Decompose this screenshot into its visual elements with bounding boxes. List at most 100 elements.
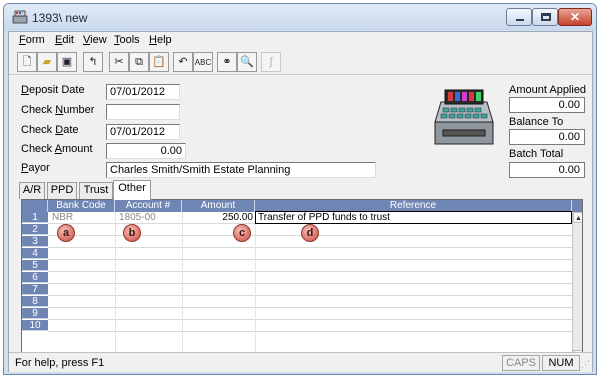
check-number-field[interactable] <box>106 104 180 120</box>
save-button[interactable]: ▣ <box>57 52 77 72</box>
new-document-icon: 🗋 <box>22 56 32 68</box>
cell-bank-code[interactable]: NBR <box>52 212 112 223</box>
row-number[interactable]: 4 <box>22 248 48 259</box>
open-folder-icon: ▰ <box>42 56 52 68</box>
row-number[interactable]: 2 <box>22 224 48 235</box>
copy-icon: ⧉ <box>135 56 143 68</box>
maximize-button[interactable] <box>532 8 558 26</box>
callout-c: c <box>233 224 251 242</box>
go-back-button[interactable]: ↰ <box>83 52 103 72</box>
grid-column-divider <box>115 212 116 360</box>
cell-amount[interactable]: 250.00 <box>184 212 253 223</box>
row-number[interactable]: 7 <box>22 284 48 295</box>
deposit-date-label: Deposit Date <box>21 84 85 96</box>
menu-view[interactable]: View <box>83 34 107 46</box>
tab-ar[interactable]: A/R <box>19 182 45 199</box>
binoculars-icon: ⚭ <box>222 56 232 68</box>
entry-grid: Bank Code Account # Amount Reference 1 2… <box>21 199 583 361</box>
save-disk-icon: ▣ <box>61 56 73 68</box>
callout-d: d <box>301 224 319 242</box>
undo-button[interactable]: ↶ <box>173 52 193 72</box>
status-bar: For help, press F1 CAPS NUM ⋰ <box>9 352 592 372</box>
title-bar: 1393\ new ✕ <box>4 4 596 30</box>
deposit-date-field[interactable]: 07/01/2012 <box>106 84 180 100</box>
amount-applied-value: 0.00 <box>509 97 585 113</box>
batch-total-label: Batch Total <box>509 148 564 160</box>
row-number[interactable]: 8 <box>22 296 48 307</box>
menu-form[interactable]: Form <box>19 34 45 46</box>
spell-check-icon: ABC <box>194 58 212 67</box>
check-amount-label: Check Amount <box>21 143 93 155</box>
num-indicator: NUM <box>542 355 580 371</box>
grid-corner <box>22 200 48 212</box>
paste-button[interactable]: 📋 <box>149 52 169 72</box>
resize-grip-icon[interactable]: ⋰ <box>581 359 590 370</box>
grid-column-divider <box>182 212 183 360</box>
tab-other[interactable]: Other <box>113 180 151 200</box>
grid-column-divider <box>255 212 256 360</box>
tab-ppd[interactable]: PPD <box>47 182 77 199</box>
disabled-tool-button[interactable]: ∫ <box>261 52 281 72</box>
minimize-icon <box>516 19 524 21</box>
row-number[interactable]: 9 <box>22 308 48 319</box>
payor-label: Payor <box>21 162 50 174</box>
copy-button[interactable]: ⧉ <box>129 52 149 72</box>
grid-line <box>48 295 572 296</box>
cell-account[interactable]: 1805-00 <box>119 212 179 223</box>
grid-line <box>48 271 572 272</box>
scroll-up-icon[interactable]: ▲ <box>573 212 582 223</box>
grid-line <box>48 247 572 248</box>
menu-help[interactable]: Help <box>149 34 172 46</box>
spell-check-button[interactable]: ABC <box>193 52 213 72</box>
menu-edit[interactable]: Edit <box>55 34 74 46</box>
callout-b: b <box>123 224 141 242</box>
cash-register-icon <box>434 89 494 145</box>
cut-button[interactable]: ✂ <box>109 52 129 72</box>
check-date-label: Check Date <box>21 124 79 136</box>
check-amount-field[interactable]: 0.00 <box>106 143 186 159</box>
row-number[interactable]: 3 <box>22 236 48 247</box>
row-number[interactable]: 1 <box>22 212 48 223</box>
grid-line <box>48 319 572 320</box>
toolbar: 🗋 ▰ ▣ ↰ ✂ ⧉ 📋 ↶ ABC ⚭ 🔍 ∫ <box>9 49 592 75</box>
paste-icon: 📋 <box>152 56 166 68</box>
status-help-text: For help, press F1 <box>15 357 105 369</box>
menu-tools[interactable]: Tools <box>114 34 140 46</box>
scissors-icon: ✂ <box>114 56 124 68</box>
row-number[interactable]: 6 <box>22 272 48 283</box>
row-number[interactable]: 5 <box>22 260 48 271</box>
row-number[interactable]: 10 <box>22 320 48 331</box>
balance-to-apply-value: 0.00 <box>509 129 585 145</box>
window-title: 1393\ new <box>32 11 88 25</box>
payor-field[interactable]: Charles Smith/Smith Estate Planning <box>106 162 376 178</box>
col-account[interactable]: Account # <box>115 200 182 212</box>
grid-line <box>48 307 572 308</box>
open-folder-button[interactable]: ▰ <box>37 52 57 72</box>
menu-bar: Form Edit View Tools Help <box>9 32 592 48</box>
return-icon: ↰ <box>88 56 98 68</box>
search-button[interactable]: 🔍 <box>237 52 257 72</box>
caps-indicator: CAPS <box>502 355 540 371</box>
check-date-field[interactable]: 07/01/2012 <box>106 124 180 140</box>
amount-applied-label: Amount Applied <box>509 84 587 96</box>
col-amount[interactable]: Amount <box>182 200 255 212</box>
grid-line <box>48 259 572 260</box>
grid-scrollbar[interactable]: ▲ ▼ <box>572 212 582 360</box>
cash-register-app-icon <box>12 10 28 24</box>
close-icon: ✕ <box>569 10 581 24</box>
signature-icon: ∫ <box>269 56 273 68</box>
cell-reference[interactable]: Transfer of PPD funds to trust <box>258 212 568 223</box>
undo-icon: ↶ <box>178 56 188 68</box>
maximize-icon <box>541 13 551 21</box>
find-button[interactable]: ⚭ <box>217 52 237 72</box>
tab-trust[interactable]: Trust <box>79 182 113 199</box>
application-window: 1393\ new ✕ Form Edit View Tools Help 🗋 … <box>3 3 597 375</box>
grid-line <box>48 331 572 332</box>
minimize-button[interactable] <box>506 8 532 26</box>
magnifier-icon: 🔍 <box>240 56 254 68</box>
new-document-button[interactable]: 🗋 <box>17 52 37 72</box>
close-button[interactable]: ✕ <box>558 8 592 26</box>
grid-line <box>48 283 572 284</box>
check-number-label: Check Number <box>21 104 95 116</box>
col-bank-code[interactable]: Bank Code <box>48 200 115 212</box>
